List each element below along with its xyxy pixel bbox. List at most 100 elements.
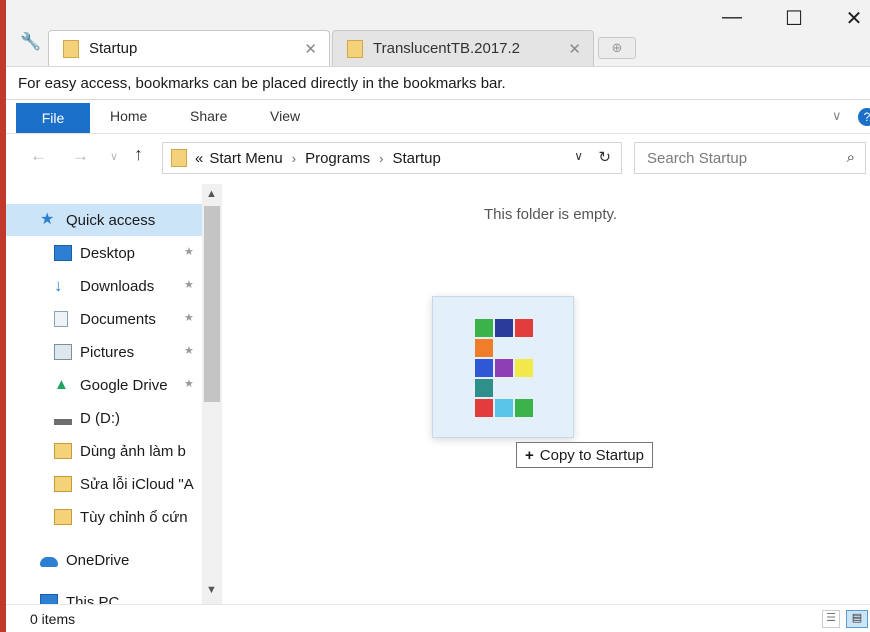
image-folder-icon [54, 509, 72, 525]
sidebar-item-folder-2[interactable]: Sửa lỗi iCloud "A [6, 468, 206, 500]
tab-startup[interactable]: Startup ✕ [48, 30, 330, 66]
bookmark-hint-bar: For easy access, bookmarks can be placed… [6, 66, 870, 100]
dragged-shortcut-icon[interactable] [432, 296, 574, 438]
ribbon-file-tab[interactable]: File [16, 103, 90, 133]
drag-tooltip-text: Copy to Startup [539, 446, 644, 464]
sidebar-item-label: Documents [80, 310, 156, 328]
help-icon[interactable]: ? [858, 108, 870, 126]
pin-icon[interactable]: ★ [184, 311, 194, 324]
search-input[interactable]: Search Startup ⌕ [634, 142, 866, 174]
sidebar-item-folder-1[interactable]: Dùng ảnh làm b [6, 435, 206, 467]
onedrive-icon [40, 557, 58, 567]
tab-label: Startup [89, 40, 138, 57]
sidebar-item-folder-3[interactable]: Tùy chỉnh ổ cứn [6, 501, 206, 533]
recent-dropdown-icon[interactable]: ∨ [110, 150, 118, 163]
google-drive-icon: ▲ [54, 376, 69, 393]
desktop-icon [54, 245, 72, 261]
sidebar-item-label: Google Drive [80, 376, 168, 394]
up-arrow-icon[interactable]: ↑ [134, 144, 143, 165]
tab-label: TranslucentTB.2017.2 [373, 40, 521, 57]
back-arrow-icon[interactable]: ← [30, 146, 47, 166]
chevron-right-icon: › [291, 150, 297, 166]
details-view-icon[interactable]: ☰ [822, 610, 840, 628]
breadcrumb-startup[interactable]: Startup [392, 150, 440, 167]
search-icon[interactable]: ⌕ [847, 149, 855, 166]
scroll-down-icon[interactable]: ▼ [206, 584, 217, 596]
sidebar-item-quick-access[interactable]: ★ Quick access [6, 204, 206, 236]
drag-drop-tooltip: + Copy to Startup [516, 442, 653, 468]
sidebar-item-label: OneDrive [66, 551, 130, 569]
bookmark-hint-text: For easy access, bookmarks can be placed… [18, 74, 506, 92]
sidebar-item-label: This PC [66, 594, 120, 604]
tab-translucenttb[interactable]: TranslucentTB.2017.2 ✕ [332, 30, 594, 66]
search-placeholder: Search Startup [647, 149, 748, 167]
download-icon: ↓ [54, 276, 63, 295]
address-dropdown-icon[interactable]: ∨ [574, 149, 583, 163]
tile-icon [475, 319, 493, 337]
tile-icon [475, 379, 493, 397]
sidebar-item-downloads[interactable]: ↓ Downloads ★ [6, 270, 206, 302]
item-count: 0 items [30, 611, 76, 627]
sidebar-item-drive-d[interactable]: D (D:) [6, 402, 206, 434]
forward-arrow-icon[interactable]: → [72, 146, 89, 166]
pin-icon[interactable]: ★ [184, 344, 194, 357]
ribbon-tab-share[interactable]: Share [190, 108, 227, 124]
empty-folder-message: This folder is empty. [484, 206, 618, 223]
address-bar[interactable]: « Start Menu › Programs › Startup ∨ ↻ [162, 142, 622, 174]
image-folder-icon [54, 443, 72, 459]
close-window-button[interactable]: ✕ [834, 6, 870, 31]
maximize-button[interactable]: ☐ [774, 6, 814, 31]
chevron-down-icon[interactable]: ∨ [832, 108, 842, 124]
sidebar-item-label: Pictures [80, 343, 135, 361]
ribbon-tab-view[interactable]: View [270, 108, 300, 124]
sidebar-item-label: Quick access [66, 211, 156, 229]
tile-icon [475, 399, 493, 417]
sidebar-item-label: Downloads [80, 277, 155, 295]
sidebar-item-label: Desktop [80, 244, 136, 262]
sidebar-item-onedrive[interactable]: OneDrive [6, 544, 206, 576]
pin-icon[interactable]: ★ [184, 278, 194, 291]
minimize-button[interactable]: — [712, 6, 752, 29]
sidebar-item-pictures[interactable]: Pictures ★ [6, 336, 206, 368]
star-icon: ★ [40, 211, 55, 228]
close-icon[interactable]: ✕ [304, 40, 317, 58]
chevron-right-icon: › [379, 150, 384, 166]
title-bar: 🔧 Startup ✕ TranslucentTB.2017.2 ✕ ⊕ — ☐… [6, 0, 870, 66]
sidebar-item-documents[interactable]: Documents ★ [6, 303, 206, 335]
tile-icon [515, 399, 533, 417]
sidebar-item-desktop[interactable]: Desktop ★ [6, 237, 206, 269]
tile-icon [475, 359, 493, 377]
sidebar-item-google-drive[interactable]: ▲ Google Drive ★ [6, 369, 206, 401]
sidebar-item-label: Tùy chỉnh ổ cứn [80, 508, 188, 526]
breadcrumb-programs[interactable]: Programs [305, 150, 370, 167]
folder-icon [63, 39, 79, 58]
tile-icon [475, 339, 493, 357]
pin-icon[interactable]: ★ [184, 377, 194, 390]
tile-icon [495, 399, 513, 417]
pc-icon [40, 594, 58, 604]
large-icons-view-icon[interactable]: ▤ [846, 610, 868, 628]
sidebar-item-this-pc[interactable]: This PC [6, 584, 206, 604]
plus-icon: + [525, 446, 534, 464]
ribbon-tab-home[interactable]: Home [110, 108, 147, 124]
tile-icon [495, 359, 513, 377]
document-icon [54, 311, 68, 327]
navigation-pane: ★ Quick access Desktop ★ ↓ Downloads ★ D… [6, 184, 228, 604]
folder-icon [171, 149, 187, 167]
image-folder-icon [54, 476, 72, 492]
wrench-icon[interactable]: 🔧 [20, 32, 41, 52]
pin-icon[interactable]: ★ [184, 245, 194, 258]
new-tab-button[interactable]: ⊕ [598, 37, 636, 59]
address-row: ← → ∨ ↑ « Start Menu › Programs › Startu… [6, 136, 870, 180]
close-icon[interactable]: ✕ [568, 40, 581, 58]
ribbon: File Home Share View ∨ ? [6, 100, 870, 134]
breadcrumb-start-menu[interactable]: Start Menu [209, 150, 282, 167]
sidebar-item-label: Sửa lỗi iCloud "A [80, 475, 194, 493]
refresh-icon[interactable]: ↻ [598, 148, 611, 166]
folder-icon [347, 39, 363, 58]
scroll-up-icon[interactable]: ▲ [206, 188, 217, 200]
new-tab-icon: ⊕ [611, 40, 623, 55]
status-bar: 0 items ☰ ▤ [6, 604, 870, 632]
file-list-area[interactable]: This folder is empty. + Copy to Startup [228, 184, 870, 604]
scrollbar-thumb[interactable] [204, 206, 220, 402]
